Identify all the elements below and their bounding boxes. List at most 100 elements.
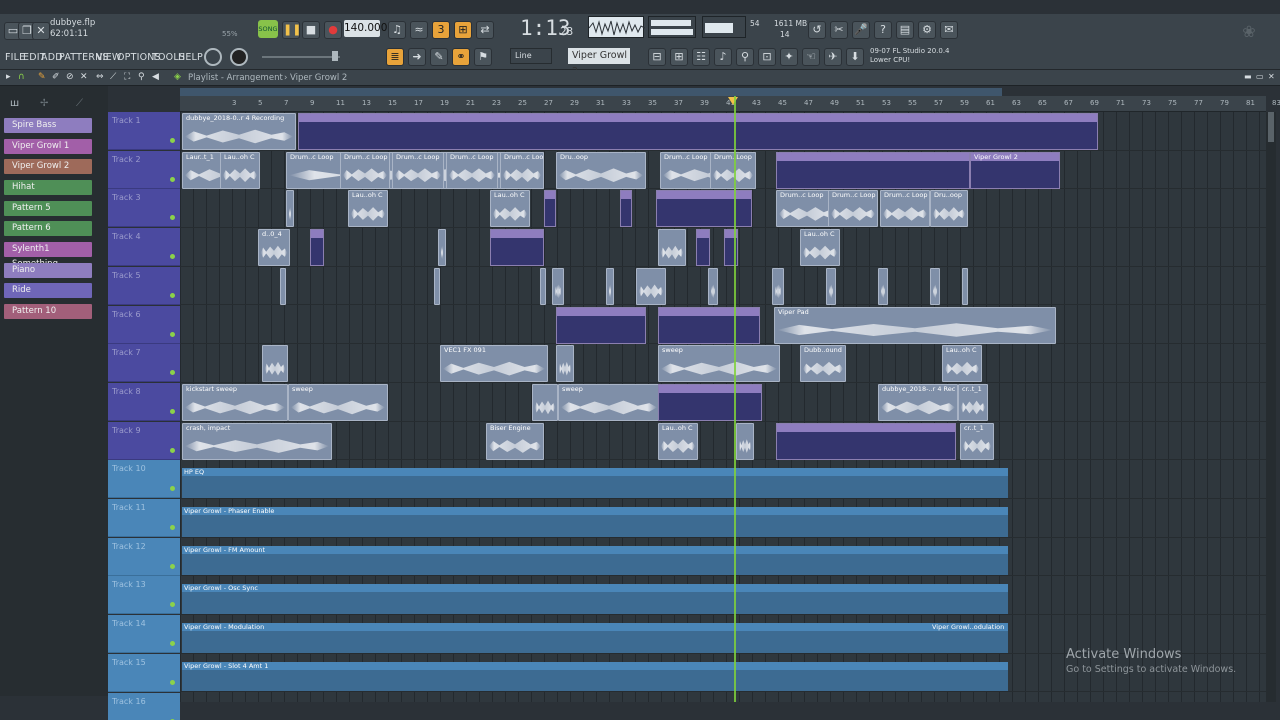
picker-add-icon[interactable]: ✢ xyxy=(40,98,48,109)
countdown-icon[interactable]: 3 xyxy=(432,21,450,39)
track-enable-dot[interactable] xyxy=(170,641,175,647)
stamp-icon[interactable]: ⚑ xyxy=(474,48,492,66)
pattern-clip[interactable] xyxy=(544,190,556,228)
snap-select[interactable]: Line xyxy=(510,48,552,64)
piano-roll-icon[interactable]: ♪ xyxy=(714,48,732,66)
audio-clip[interactable] xyxy=(878,267,888,305)
pattern-clip[interactable] xyxy=(490,229,544,267)
audio-clip[interactable] xyxy=(658,229,686,267)
link-icon[interactable]: ⚭ xyxy=(452,48,470,66)
save-icon[interactable]: ▤ xyxy=(896,21,914,39)
track-enable-dot[interactable] xyxy=(170,447,175,453)
pattern-clip[interactable] xyxy=(776,422,956,460)
track-header[interactable]: Track 1 xyxy=(108,112,180,150)
chat-icon[interactable]: ✉ xyxy=(940,21,958,39)
audio-clip[interactable] xyxy=(636,267,666,305)
audio-clip[interactable]: d..0_4 xyxy=(258,229,290,267)
pattern-item[interactable]: Sylenth1 Something xyxy=(4,242,92,269)
plugin-picker-icon[interactable]: ✦ xyxy=(780,48,798,66)
track-enable-dot[interactable] xyxy=(170,679,175,685)
song-overview-scrollbar[interactable] xyxy=(180,88,1002,96)
help-icon[interactable]: ? xyxy=(874,21,892,39)
audio-clip[interactable] xyxy=(434,267,440,305)
track-header[interactable]: Track 6 xyxy=(108,305,180,344)
track-header[interactable]: Track 3 xyxy=(108,189,180,228)
master-slider[interactable] xyxy=(262,56,340,58)
master-slider-handle[interactable] xyxy=(332,51,338,61)
pattern-clip[interactable] xyxy=(298,113,1098,150)
audio-clip[interactable] xyxy=(286,190,294,228)
draw-tool-icon[interactable]: ✎ xyxy=(38,72,46,82)
track-enable-dot[interactable] xyxy=(170,292,175,298)
audio-clip[interactable]: Drum..c Loop xyxy=(392,151,444,189)
automation-clip[interactable]: Viper Growl - FM Amount xyxy=(182,545,1008,576)
audio-clip[interactable] xyxy=(772,267,784,305)
audio-clip[interactable]: Drum..c Loop xyxy=(828,190,878,228)
track-enable-dot[interactable] xyxy=(170,602,175,608)
audio-clip[interactable] xyxy=(532,383,558,421)
master-volume-knob[interactable] xyxy=(204,48,222,66)
audio-clip[interactable] xyxy=(736,422,754,460)
audio-clip[interactable] xyxy=(438,229,446,267)
browser-icon[interactable]: ⚲ xyxy=(736,48,754,66)
track-enable-dot[interactable] xyxy=(170,563,175,569)
delete-tool-icon[interactable]: ⊘ xyxy=(66,72,74,82)
audio-clip[interactable] xyxy=(540,267,546,305)
audio-clip[interactable]: kickstart sweep xyxy=(182,383,288,421)
playlist-grid[interactable]: dubbye_2018-0..r 4 Recording Laur..t_1 Lau… xyxy=(180,112,1266,702)
picker-icon[interactable]: ш xyxy=(10,98,19,109)
automation-clip[interactable]: Viper Growl..odulation xyxy=(930,623,1008,653)
automation-clip[interactable]: HP EQ xyxy=(182,468,1008,498)
pattern-item[interactable]: Pattern 6 xyxy=(4,221,92,236)
slice-tool-icon[interactable]: ⟋ xyxy=(110,72,116,82)
playlist-arrow-icon[interactable]: ▸ xyxy=(6,72,11,82)
track-header[interactable]: Track 12 xyxy=(108,537,180,576)
audio-clip[interactable]: Drum..c Loop xyxy=(500,151,544,189)
audio-clip[interactable]: Drum..c Loop xyxy=(340,151,390,189)
track-header[interactable]: Track 10 xyxy=(108,460,180,499)
audio-clip[interactable] xyxy=(552,267,564,305)
audio-clip[interactable]: Viper Pad xyxy=(774,306,1056,344)
automation-clip[interactable]: Viper Growl - Modulation xyxy=(182,623,1008,653)
track-header[interactable]: Track 8 xyxy=(108,382,180,421)
tempo-display[interactable]: 140.000 xyxy=(344,20,387,37)
record-button[interactable]: ● xyxy=(324,21,342,39)
select-tool-icon[interactable]: ⛶ xyxy=(124,72,130,82)
audio-clip[interactable] xyxy=(930,267,940,305)
audio-clip[interactable] xyxy=(556,345,574,383)
slip-tool-icon[interactable]: ⇔ xyxy=(96,72,104,82)
track-header[interactable]: Track 13 xyxy=(108,576,180,615)
audio-clip[interactable]: sweep xyxy=(658,345,780,383)
audio-clip[interactable] xyxy=(826,267,836,305)
track-header[interactable]: Track 14 xyxy=(108,615,180,654)
audio-clip[interactable]: Dru..oop xyxy=(930,190,968,228)
magnet-icon[interactable]: ∩ xyxy=(18,72,25,82)
pattern-item[interactable]: Pattern 5 xyxy=(4,201,92,216)
vertical-scrollbar[interactable] xyxy=(1266,112,1276,702)
metronome-icon[interactable]: ♫ xyxy=(388,21,406,39)
audio-clip[interactable]: Lau..oh C xyxy=(348,190,388,228)
track-enable-dot[interactable] xyxy=(170,370,175,376)
audio-clip[interactable]: VEC1 FX 091 xyxy=(440,345,548,383)
track-header[interactable]: Track 2 xyxy=(108,150,180,189)
automation-clip[interactable]: Viper Growl - Slot 4 Amt 1 xyxy=(182,661,1008,692)
audio-clip[interactable]: Lau..oh C xyxy=(942,345,982,383)
play-button[interactable]: ❚❚ xyxy=(282,21,301,39)
track-header[interactable]: Track 16 xyxy=(108,692,180,720)
playhead-marker[interactable] xyxy=(728,97,738,105)
audio-clip[interactable]: cr..t_1 xyxy=(958,383,988,421)
playback-tool-icon[interactable]: ◀ xyxy=(152,72,159,82)
master-pitch-knob[interactable] xyxy=(230,48,248,66)
stop-button[interactable]: ■ xyxy=(302,21,320,39)
audio-clip[interactable]: crash, impact xyxy=(182,422,332,460)
pattern-selector[interactable]: Viper Growl 2 xyxy=(568,48,630,77)
audio-clip[interactable]: dubbye_2018-0..r 4 Recording xyxy=(182,113,296,150)
track-enable-dot[interactable] xyxy=(170,138,175,143)
stepseq-icon[interactable]: ⊡ xyxy=(758,48,776,66)
step-edit-icon[interactable]: ⊞ xyxy=(454,21,472,39)
track-enable-dot[interactable] xyxy=(170,525,175,530)
plugin-icon[interactable]: ⚙ xyxy=(918,21,936,39)
audio-clip[interactable] xyxy=(962,267,968,305)
playlist-icon[interactable]: ≣ xyxy=(386,48,404,66)
track-header[interactable]: Track 7 xyxy=(108,344,180,383)
